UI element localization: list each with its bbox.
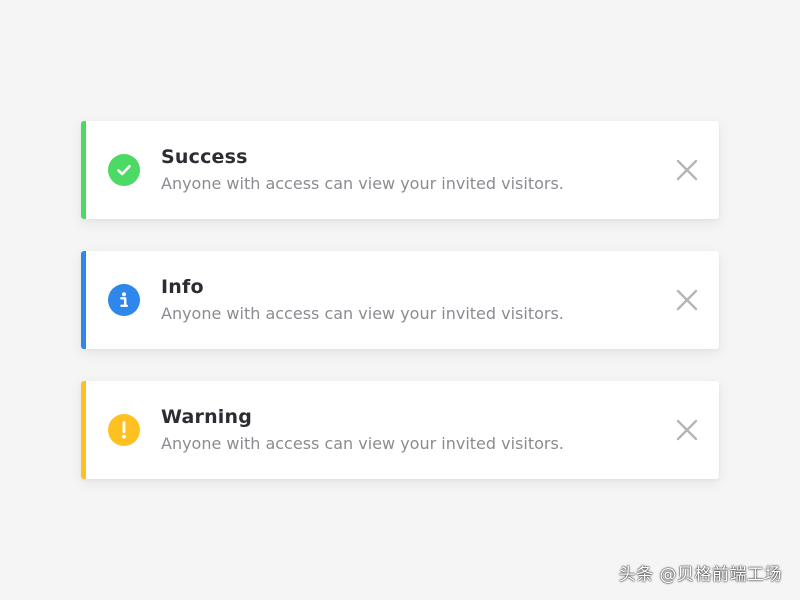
toast-title: Success bbox=[161, 146, 248, 168]
toast-message: Anyone with access can view your invited… bbox=[161, 434, 564, 453]
info-circle-icon bbox=[108, 284, 140, 316]
close-button[interactable] bbox=[673, 416, 701, 444]
close-icon bbox=[676, 159, 698, 181]
exclamation-circle-icon bbox=[108, 414, 140, 446]
toast-title: Info bbox=[161, 276, 204, 298]
toast-message: Anyone with access can view your invited… bbox=[161, 304, 564, 323]
check-circle-icon bbox=[108, 154, 140, 186]
watermark-text: 头条 @贝格前端工场 bbox=[618, 565, 782, 585]
toast-success: Success Anyone with access can view your… bbox=[81, 121, 719, 219]
toast-info: Info Anyone with access can view your in… bbox=[81, 251, 719, 349]
close-icon bbox=[676, 289, 698, 311]
toast-title: Warning bbox=[161, 406, 253, 428]
close-icon bbox=[676, 419, 698, 441]
toast-warning: Warning Anyone with access can view your… bbox=[81, 381, 719, 479]
toast-message: Anyone with access can view your invited… bbox=[161, 174, 564, 193]
close-button[interactable] bbox=[673, 286, 701, 314]
close-button[interactable] bbox=[673, 156, 701, 184]
